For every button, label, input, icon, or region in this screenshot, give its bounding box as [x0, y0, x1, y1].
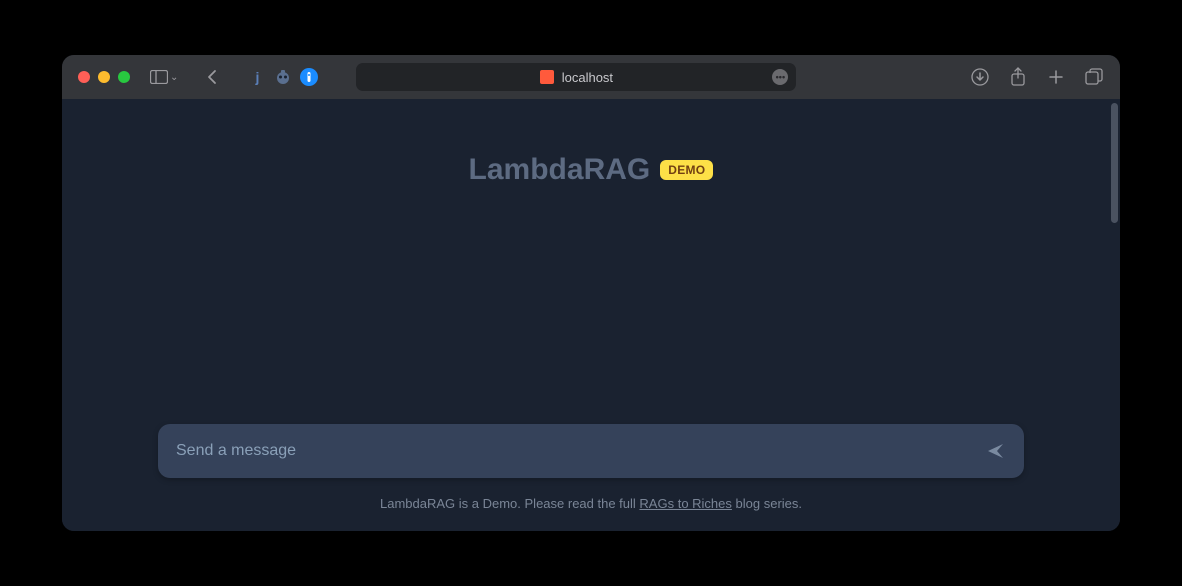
- message-input[interactable]: [176, 442, 986, 460]
- extensions-group: j: [248, 68, 318, 86]
- close-window-button[interactable]: [78, 71, 90, 83]
- send-button[interactable]: [986, 441, 1006, 461]
- page-content: LambdaRAG DEMO LambdaRAG is a Demo. Plea…: [62, 99, 1120, 531]
- address-bar[interactable]: localhost •••: [356, 63, 796, 91]
- sidebar-icon: [150, 70, 168, 84]
- traffic-lights: [78, 71, 130, 83]
- maximize-window-button[interactable]: [118, 71, 130, 83]
- footer-suffix: blog series.: [732, 496, 802, 511]
- demo-badge: DEMO: [660, 160, 713, 180]
- chevron-left-icon: [206, 69, 218, 85]
- extension-robot-icon[interactable]: [274, 68, 292, 86]
- share-icon: [1010, 67, 1026, 87]
- app-title: LambdaRAG: [469, 153, 651, 187]
- address-text: localhost: [562, 70, 613, 85]
- footer-prefix: LambdaRAG is a Demo. Please read the ful…: [380, 496, 639, 511]
- minimize-window-button[interactable]: [98, 71, 110, 83]
- footer-link[interactable]: RAGs to Riches: [639, 496, 731, 511]
- titlebar: ⌄ j: [62, 55, 1120, 99]
- favicon-icon: [540, 70, 554, 84]
- tabs-icon: [1085, 68, 1103, 86]
- reader-mode-badge[interactable]: •••: [772, 69, 788, 85]
- plus-icon: [1047, 68, 1065, 86]
- sidebar-toggle-button[interactable]: ⌄: [150, 70, 178, 84]
- browser-window: ⌄ j: [62, 55, 1120, 531]
- hero: LambdaRAG DEMO: [62, 153, 1120, 187]
- extension-j-icon[interactable]: j: [248, 68, 266, 86]
- download-icon: [971, 68, 989, 86]
- tabs-overview-button[interactable]: [1084, 67, 1104, 87]
- new-tab-button[interactable]: [1046, 67, 1066, 87]
- back-button[interactable]: [202, 67, 222, 87]
- toolbar-right: [970, 67, 1104, 87]
- send-icon: [986, 441, 1006, 461]
- footer-note: LambdaRAG is a Demo. Please read the ful…: [62, 496, 1120, 531]
- share-button[interactable]: [1008, 67, 1028, 87]
- chevron-down-icon: ⌄: [170, 72, 178, 83]
- message-composer: [158, 424, 1024, 478]
- downloads-button[interactable]: [970, 67, 990, 87]
- extension-1password-icon[interactable]: [300, 68, 318, 86]
- scrollbar-thumb[interactable]: [1111, 103, 1118, 223]
